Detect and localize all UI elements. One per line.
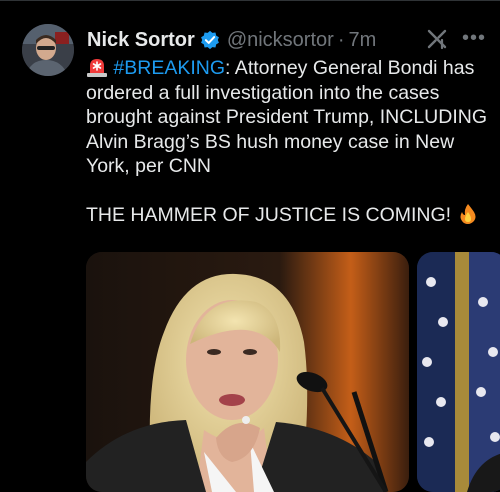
hashtag-link[interactable]: #BREAKING — [113, 57, 225, 79]
tweet-media-image[interactable] — [86, 252, 409, 492]
tweet-paragraph-2: THE HAMMER OF JUSTICE IS COMING! — [86, 203, 491, 228]
grok-icon[interactable] — [426, 28, 448, 50]
author-handle[interactable]: @nicksortor — [227, 29, 334, 52]
more-options-icon[interactable]: ••• — [460, 24, 488, 52]
tweet-header: Nick Sortor @nicksortor · 7m — [87, 27, 376, 53]
timestamp[interactable]: 7m — [348, 29, 376, 52]
tweet-text: #BREAKING: Attorney General Bondi has or… — [86, 56, 491, 228]
fire-icon — [457, 203, 479, 225]
verified-badge-icon — [200, 30, 220, 50]
rotating-light-icon — [86, 56, 108, 78]
tweet-paragraph-1: #BREAKING: Attorney General Bondi has or… — [86, 56, 491, 179]
tweet-media-image-2[interactable] — [417, 252, 500, 492]
tweet-text-2: THE HAMMER OF JUSTICE IS COMING! — [86, 204, 457, 226]
separator-dot: · — [337, 28, 345, 51]
avatar[interactable] — [22, 24, 74, 76]
top-divider — [0, 0, 500, 1]
author-name[interactable]: Nick Sortor — [87, 29, 195, 52]
